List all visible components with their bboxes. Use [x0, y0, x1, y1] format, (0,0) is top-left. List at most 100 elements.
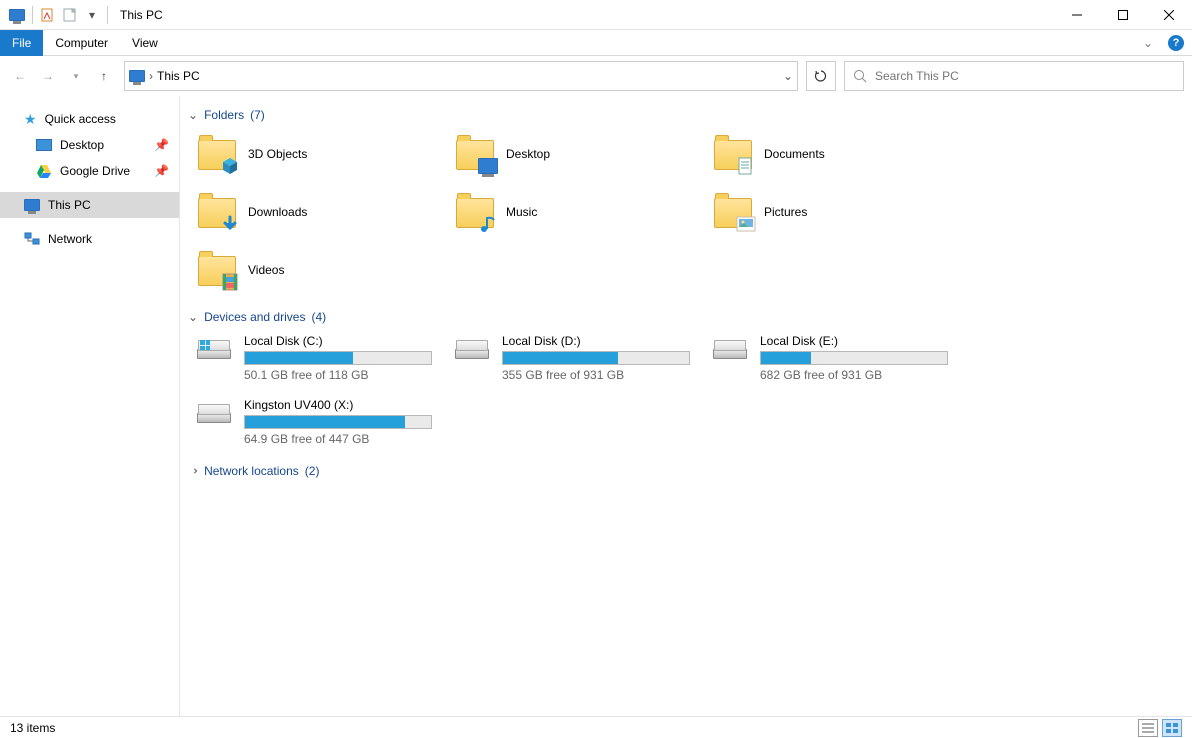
folder-label: Pictures — [764, 205, 807, 219]
chevron-down-icon: ⌄ — [188, 310, 198, 324]
search-input[interactable] — [875, 69, 1175, 83]
window-controls — [1054, 0, 1192, 30]
drive-item[interactable]: Kingston UV400 (X:) 64.9 GB free of 447 G… — [194, 398, 444, 446]
drive-item[interactable]: Local Disk (C:) 50.1 GB free of 118 GB — [194, 334, 444, 382]
drive-free-text: 64.9 GB free of 447 GB — [244, 432, 444, 446]
ribbon-expand-icon[interactable]: ⌄ — [1136, 31, 1160, 55]
this-pc-icon — [129, 70, 145, 82]
drive-item[interactable]: Local Disk (D:)355 GB free of 931 GB — [452, 334, 702, 382]
drive-item[interactable]: Local Disk (E:)682 GB free of 931 GB — [710, 334, 960, 382]
pin-icon: 📌 — [154, 138, 169, 152]
group-title: Devices and drives — [204, 310, 305, 324]
folder-item[interactable]: 3D Objects — [198, 132, 448, 176]
maximize-button[interactable] — [1100, 0, 1146, 30]
qat-customize-icon[interactable]: ▾ — [83, 6, 101, 24]
chevron-down-icon: ⌄ — [188, 108, 198, 122]
folder-item[interactable]: Pictures — [714, 190, 964, 234]
drive-icon — [452, 334, 492, 374]
drive-icon — [710, 334, 750, 374]
drive-label: Local Disk (C:) — [244, 334, 444, 348]
status-bar: 13 items — [0, 716, 1192, 738]
minimize-button[interactable] — [1054, 0, 1100, 30]
address-dropdown-icon[interactable]: ⌄ — [783, 69, 793, 83]
drive-info: Local Disk (C:) 50.1 GB free of 118 GB — [244, 334, 444, 382]
sidebar-item-quick-access[interactable]: ★ Quick access — [0, 106, 179, 132]
google-drive-icon — [36, 163, 52, 179]
drive-usage-bar — [244, 415, 432, 429]
content-pane: ⌄ Folders (7) 3D Objects Desktop Documents… — [180, 96, 1192, 716]
group-count: (2) — [305, 464, 320, 478]
sidebar-item-google-drive[interactable]: Google Drive 📌 — [0, 158, 179, 184]
folder-icon — [456, 134, 496, 174]
folder-label: Music — [506, 205, 537, 219]
navigation-pane: ★ Quick access Desktop 📌 Google Drive 📌 … — [0, 96, 180, 716]
desktop-icon — [36, 139, 52, 151]
group-header-network-locations[interactable]: ⌄ Network locations (2) — [188, 458, 1184, 484]
forward-button[interactable]: → — [36, 64, 60, 88]
group-title: Network locations — [204, 464, 299, 478]
folder-label: Desktop — [506, 147, 550, 161]
group-header-drives[interactable]: ⌄ Devices and drives (4) — [188, 304, 1184, 330]
sidebar-item-desktop[interactable]: Desktop 📌 — [0, 132, 179, 158]
group-header-folders[interactable]: ⌄ Folders (7) — [188, 102, 1184, 128]
breadcrumb-location: This PC — [157, 69, 200, 83]
drive-info: Local Disk (E:)682 GB free of 931 GB — [760, 334, 960, 382]
search-icon — [853, 69, 867, 83]
this-pc-icon — [24, 199, 40, 211]
star-icon: ★ — [24, 111, 37, 128]
refresh-button[interactable] — [806, 61, 836, 91]
folder-item[interactable]: Downloads — [198, 190, 448, 234]
large-icons-view-button[interactable] — [1162, 719, 1182, 737]
drive-label: Kingston UV400 (X:) — [244, 398, 444, 412]
folder-label: 3D Objects — [248, 147, 307, 161]
navigation-bar: ← → ▾ ↑ › This PC ⌄ — [0, 56, 1192, 96]
separator — [107, 6, 108, 24]
this-pc-icon[interactable] — [8, 6, 26, 24]
folder-item[interactable]: Desktop — [456, 132, 706, 176]
pin-icon: 📌 — [154, 164, 169, 178]
drive-usage-bar — [502, 351, 690, 365]
help-button[interactable]: ? — [1164, 31, 1188, 55]
tab-file[interactable]: File — [0, 30, 43, 56]
drive-usage-bar — [244, 351, 432, 365]
status-item-count: 13 items — [10, 721, 55, 735]
tab-computer[interactable]: Computer — [43, 30, 120, 56]
drive-label: Local Disk (E:) — [760, 334, 960, 348]
folder-icon — [456, 192, 496, 232]
folder-item[interactable]: Documents — [714, 132, 964, 176]
quick-access-toolbar: ▾ — [4, 6, 114, 24]
up-button[interactable]: ↑ — [92, 64, 116, 88]
folder-label: Videos — [248, 263, 284, 277]
sidebar-item-label: Quick access — [45, 112, 116, 126]
separator — [32, 6, 33, 24]
breadcrumb[interactable]: › This PC — [129, 69, 200, 83]
folder-label: Downloads — [248, 205, 307, 219]
tab-view[interactable]: View — [120, 30, 170, 56]
folder-label: Documents — [764, 147, 825, 161]
new-folder-icon[interactable] — [61, 6, 79, 24]
properties-icon[interactable] — [39, 6, 57, 24]
drive-info: Local Disk (D:)355 GB free of 931 GB — [502, 334, 702, 382]
address-bar[interactable]: › This PC ⌄ — [124, 61, 798, 91]
drive-icon — [194, 398, 234, 438]
sidebar-item-label: Google Drive — [60, 164, 130, 178]
sidebar-item-this-pc[interactable]: This PC — [0, 192, 179, 218]
titlebar: ▾ This PC — [0, 0, 1192, 30]
recent-dropdown-icon[interactable]: ▾ — [64, 64, 88, 88]
back-button[interactable]: ← — [8, 64, 32, 88]
folder-item[interactable]: Videos — [198, 248, 448, 292]
drive-usage-bar — [760, 351, 948, 365]
drive-free-text: 50.1 GB free of 118 GB — [244, 368, 444, 382]
search-box[interactable] — [844, 61, 1184, 91]
details-view-button[interactable] — [1138, 719, 1158, 737]
folder-icon — [198, 250, 238, 290]
drive-icon — [194, 334, 234, 374]
sidebar-item-network[interactable]: Network — [0, 226, 179, 252]
network-icon — [24, 231, 40, 247]
folder-icon — [714, 192, 754, 232]
drive-free-text: 355 GB free of 931 GB — [502, 368, 702, 382]
drive-info: Kingston UV400 (X:) 64.9 GB free of 447 G… — [244, 398, 444, 446]
close-button[interactable] — [1146, 0, 1192, 30]
sidebar-item-label: Desktop — [60, 138, 104, 152]
folder-item[interactable]: Music — [456, 190, 706, 234]
